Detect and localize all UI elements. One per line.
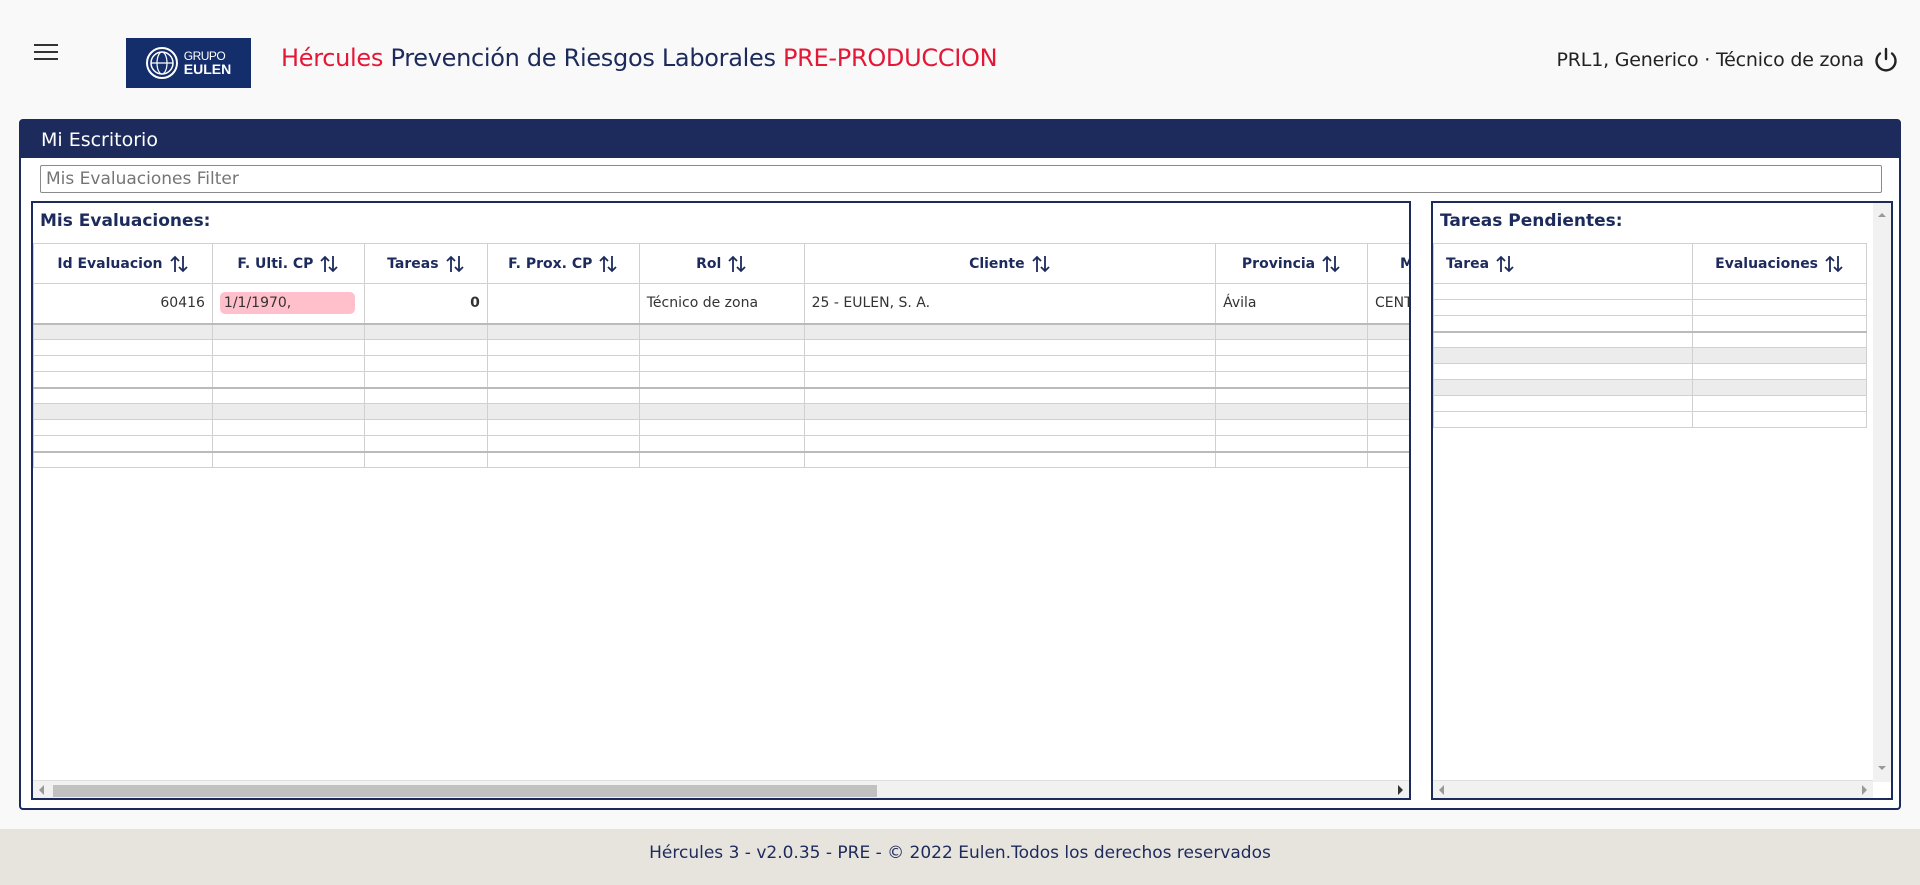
table-row — [1433, 411, 1867, 428]
hamburger-menu-icon[interactable] — [34, 44, 58, 62]
col-header-f-prox-cp[interactable]: F. Prox. CP — [486, 243, 640, 284]
col-header-tareas[interactable]: Tareas — [363, 243, 488, 284]
evaluaciones-table: Id Evaluacion F. Ulti. CP Tareas F. Prox… — [33, 243, 1409, 468]
sort-icon[interactable] — [598, 254, 618, 274]
tareas-header-row: Tarea Evaluaciones — [1433, 243, 1867, 284]
app-title: Hércules Prevención de Riesgos Laborales… — [281, 44, 998, 72]
col-header-f-ulti-cp[interactable]: F. Ulti. CP — [211, 243, 365, 284]
app-title-hercules: Hércules — [281, 44, 384, 72]
tareas-title: Tareas Pendientes: — [1440, 211, 1623, 231]
col-header-evaluaciones[interactable]: Evaluaciones — [1692, 243, 1867, 284]
grupo-eulen-logo: GRUPO EULEN — [126, 38, 251, 88]
sort-icon[interactable] — [1824, 254, 1844, 274]
evaluaciones-header-row: Id Evaluacion F. Ulti. CP Tareas F. Prox… — [33, 243, 1409, 284]
power-icon[interactable] — [1872, 46, 1900, 74]
globe-icon — [145, 47, 178, 79]
table-row — [33, 419, 1409, 436]
sort-icon[interactable] — [1031, 254, 1051, 274]
scroll-left-icon[interactable] — [39, 785, 44, 795]
sort-icon[interactable] — [319, 254, 339, 274]
col-header-rol[interactable]: Rol — [638, 243, 805, 284]
evaluaciones-grid: Mis Evaluaciones: Id Evaluacion F. Ulti.… — [31, 201, 1411, 800]
evaluaciones-title: Mis Evaluaciones: — [40, 211, 211, 231]
table-row — [1433, 299, 1867, 316]
tareas-table: Tarea Evaluaciones — [1433, 243, 1867, 428]
table-row — [33, 323, 1409, 340]
table-row — [1433, 331, 1867, 348]
tareas-grid: Tareas Pendientes: Tarea Evaluaciones — [1431, 201, 1893, 800]
panel-title: Mi Escritorio — [21, 121, 1899, 158]
table-row — [1433, 379, 1867, 396]
cell-f-prox — [486, 283, 640, 325]
table-row[interactable]: 60416 1/1/1970, 0 Técnico de zona 25 - E… — [33, 283, 1409, 325]
app-title-env: PRE-PRODUCCION — [783, 44, 998, 72]
app-title-prl: Prevención de Riesgos Laborales — [383, 44, 783, 72]
evaluaciones-filter-input[interactable] — [40, 165, 1882, 193]
logo-line2: EULEN — [183, 61, 232, 77]
col-header-provincia[interactable]: Provincia — [1215, 243, 1368, 284]
sort-icon[interactable] — [1321, 254, 1341, 274]
cell-tareas: 0 — [363, 283, 488, 325]
scroll-up-icon[interactable] — [1873, 207, 1891, 223]
table-row — [1433, 347, 1867, 364]
scroll-thumb[interactable] — [53, 785, 877, 797]
table-row — [33, 371, 1409, 389]
col-header-tarea[interactable]: Tarea — [1433, 243, 1694, 284]
sort-icon[interactable] — [169, 254, 189, 274]
sort-icon[interactable] — [727, 254, 747, 274]
cell-id: 60416 — [33, 283, 213, 325]
col-header-m[interactable]: M — [1366, 243, 1409, 284]
table-row — [33, 403, 1409, 420]
table-row — [1433, 283, 1867, 300]
table-row — [33, 451, 1409, 468]
user-info: PRL1, Generico · Técnico de zona — [1556, 49, 1865, 71]
cell-cliente: 25 - EULEN, S. A. — [803, 283, 1217, 325]
footer: Hércules 3 - v2.0.35 - PRE - © 2022 Eule… — [0, 829, 1920, 885]
evaluaciones-hscrollbar[interactable] — [33, 780, 1409, 798]
table-row — [1433, 363, 1867, 380]
scroll-left-icon[interactable] — [1439, 785, 1444, 795]
table-row — [33, 355, 1409, 372]
desk-panel: Mi Escritorio Mis Evaluaciones: Id Evalu… — [19, 119, 1901, 810]
date-pill: 1/1/1970, — [219, 292, 355, 315]
sort-icon[interactable] — [1495, 254, 1515, 274]
table-row — [33, 387, 1409, 404]
scroll-right-icon[interactable] — [1398, 785, 1403, 795]
tareas-hscrollbar[interactable] — [1433, 780, 1873, 798]
cell-m: CENT — [1366, 283, 1409, 325]
scroll-right-icon[interactable] — [1862, 785, 1867, 795]
tareas-vscrollbar[interactable] — [1873, 203, 1891, 782]
sort-icon[interactable] — [445, 254, 465, 274]
table-row — [33, 339, 1409, 356]
col-header-cliente[interactable]: Cliente — [803, 243, 1217, 284]
cell-provincia: Ávila — [1215, 283, 1368, 325]
table-row — [1433, 395, 1867, 412]
col-header-id-evaluacion[interactable]: Id Evaluacion — [33, 243, 213, 284]
cell-f-ulti: 1/1/1970, — [211, 283, 365, 325]
scroll-down-icon[interactable] — [1873, 760, 1891, 776]
table-row — [33, 435, 1409, 453]
app-header: GRUPO EULEN Hércules Prevención de Riesg… — [0, 0, 1920, 118]
table-row — [1433, 315, 1867, 333]
cell-rol: Técnico de zona — [638, 283, 805, 325]
